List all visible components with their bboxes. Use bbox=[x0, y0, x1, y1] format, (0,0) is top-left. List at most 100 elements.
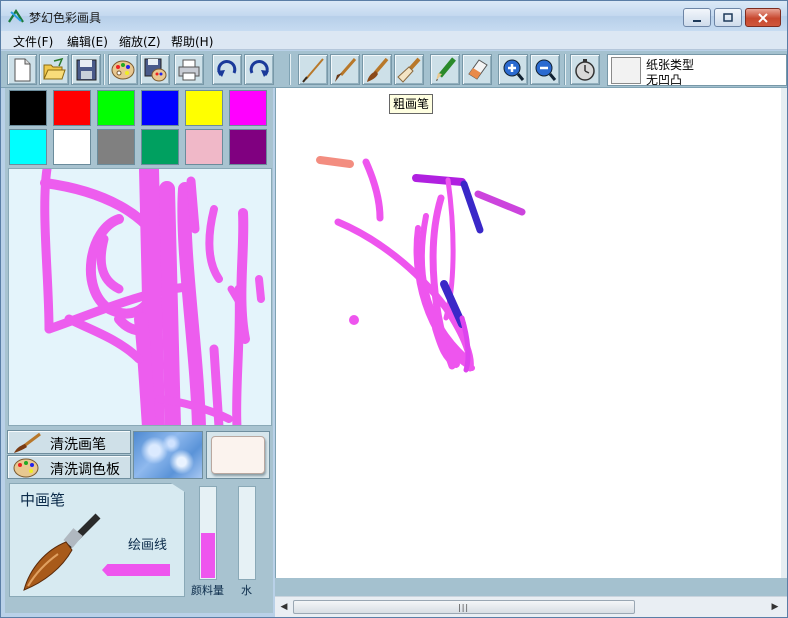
toolbar-divider bbox=[103, 54, 105, 85]
wash-palette-button[interactable]: 清洗调色板 bbox=[7, 455, 131, 479]
brush-line-label: 绘画线 bbox=[128, 538, 168, 553]
horizontal-scrollbar[interactable]: ◀ ||| ▶ bbox=[275, 596, 787, 617]
menu-bar: 文件(F) 编辑(E) 缩放(Z) 帮助(H) bbox=[1, 31, 787, 50]
zoom-in-button[interactable] bbox=[498, 54, 528, 85]
canvas-strokes bbox=[316, 156, 526, 373]
printer-icon bbox=[178, 59, 200, 81]
paint-amount-meter[interactable] bbox=[199, 486, 217, 580]
wash-palette-label: 清洗调色板 bbox=[50, 462, 120, 478]
palette-button[interactable] bbox=[108, 54, 138, 85]
palette-icon bbox=[13, 458, 39, 478]
menu-zoom[interactable]: 缩放(Z) bbox=[119, 33, 161, 50]
color-swatch[interactable] bbox=[141, 90, 179, 126]
minimize-icon bbox=[693, 19, 701, 22]
wide-brush-button[interactable] bbox=[394, 54, 424, 85]
window-title: 梦幻色彩画具 bbox=[29, 11, 102, 25]
left-panel: 清洗画笔 清洗调色板 中画笔 绘画线 颜料量 水 bbox=[5, 88, 273, 613]
wash-brush-button[interactable]: 清洗画笔 bbox=[7, 430, 131, 454]
paper-type-value: 无凹凸 bbox=[646, 73, 683, 87]
canvas-margin bbox=[781, 88, 787, 578]
wide-brush-icon bbox=[397, 57, 421, 83]
timer-icon bbox=[575, 59, 595, 81]
thick-brush-button[interactable] bbox=[362, 54, 392, 85]
color-swatch[interactable] bbox=[97, 90, 135, 126]
pencil-button[interactable] bbox=[430, 54, 460, 85]
minimize-button[interactable] bbox=[683, 8, 711, 27]
color-swatch[interactable] bbox=[229, 90, 267, 126]
close-icon bbox=[758, 12, 768, 23]
medium-brush-button[interactable] bbox=[330, 54, 360, 85]
color-swatch[interactable] bbox=[185, 90, 223, 126]
redo-button[interactable] bbox=[244, 54, 274, 85]
save-palette-button[interactable] bbox=[140, 54, 170, 85]
paper-texture-swatch[interactable] bbox=[206, 431, 270, 479]
scroll-right-arrow-icon[interactable]: ▶ bbox=[769, 601, 781, 613]
fine-brush-button[interactable] bbox=[298, 54, 328, 85]
menu-edit[interactable]: 编辑(E) bbox=[67, 33, 108, 50]
open-button[interactable] bbox=[39, 54, 69, 85]
brush-icon bbox=[14, 432, 41, 453]
open-folder-icon bbox=[43, 57, 66, 80]
water-texture-swatch[interactable] bbox=[133, 431, 203, 479]
palette-icon bbox=[111, 60, 135, 80]
maximize-button[interactable] bbox=[714, 8, 742, 27]
medium-brush-icon bbox=[335, 58, 357, 82]
paint-amount-fill bbox=[201, 533, 215, 578]
water-label: 水 bbox=[241, 584, 252, 597]
paper-type-panel[interactable]: 纸张类型 无凹凸 bbox=[607, 54, 787, 87]
thick-brush-icon bbox=[367, 57, 389, 82]
color-swatch[interactable] bbox=[141, 129, 179, 165]
save-button[interactable] bbox=[71, 54, 101, 85]
close-button[interactable] bbox=[745, 8, 781, 27]
new-file-button[interactable] bbox=[7, 54, 37, 85]
undo-icon bbox=[217, 60, 237, 77]
paper-swatch[interactable] bbox=[611, 57, 641, 84]
menu-file[interactable]: 文件(F) bbox=[13, 33, 53, 50]
new-file-icon bbox=[14, 58, 31, 82]
eraser-icon bbox=[468, 59, 488, 80]
undo-button[interactable] bbox=[212, 54, 242, 85]
zoom-out-icon bbox=[535, 59, 557, 81]
toolbar: 纸张类型 无凹凸 bbox=[1, 51, 787, 88]
mixing-strokes bbox=[40, 169, 265, 425]
color-swatch[interactable] bbox=[229, 129, 267, 165]
save-palette-icon bbox=[144, 58, 167, 82]
canvas-bottom-strip bbox=[275, 578, 787, 596]
color-swatch[interactable] bbox=[53, 90, 91, 126]
color-swatch[interactable] bbox=[9, 129, 47, 165]
redo-icon bbox=[249, 60, 269, 77]
timer-button[interactable] bbox=[570, 54, 600, 85]
drawing-canvas[interactable] bbox=[275, 88, 781, 578]
brush-preview-icon bbox=[23, 513, 101, 591]
brush-name: 中画笔 bbox=[20, 491, 66, 509]
menu-help[interactable]: 帮助(H) bbox=[171, 33, 213, 50]
paint-amount-label: 颜料量 bbox=[191, 584, 224, 597]
wash-brush-label: 清洗画笔 bbox=[50, 437, 106, 453]
scroll-left-arrow-icon[interactable]: ◀ bbox=[278, 601, 290, 613]
toolbar-divider bbox=[564, 54, 566, 85]
maximize-icon bbox=[723, 12, 733, 22]
print-button[interactable] bbox=[174, 54, 204, 85]
water-meter[interactable] bbox=[238, 486, 256, 580]
mixing-area[interactable] bbox=[8, 168, 272, 426]
brush-stroke-sample bbox=[102, 564, 170, 576]
fine-brush-icon bbox=[302, 58, 324, 83]
zoom-in-icon bbox=[503, 59, 525, 81]
brush-info-panel: 中画笔 绘画线 bbox=[9, 483, 185, 597]
color-swatch[interactable] bbox=[185, 129, 223, 165]
color-swatch[interactable] bbox=[9, 90, 47, 126]
pencil-icon bbox=[436, 57, 456, 81]
scrollbar-thumb[interactable]: ||| bbox=[293, 600, 635, 614]
title-bar: 梦幻色彩画具 bbox=[1, 1, 787, 31]
app-logo-icon bbox=[8, 8, 24, 23]
save-disk-icon bbox=[76, 59, 97, 81]
toolbar-divider bbox=[289, 54, 291, 85]
app-window: 梦幻色彩画具 文件(F) 编辑(E) 缩放(Z) 帮助(H) 纸张类型 无凹凸 … bbox=[0, 0, 788, 618]
paper-sheet bbox=[211, 436, 265, 474]
scrollbar-grip-icon: ||| bbox=[458, 603, 470, 612]
color-swatch[interactable] bbox=[97, 129, 135, 165]
zoom-out-button[interactable] bbox=[530, 54, 560, 85]
color-swatch[interactable] bbox=[53, 129, 91, 165]
tooltip: 粗画笔 bbox=[389, 94, 434, 114]
eraser-button[interactable] bbox=[462, 54, 492, 85]
